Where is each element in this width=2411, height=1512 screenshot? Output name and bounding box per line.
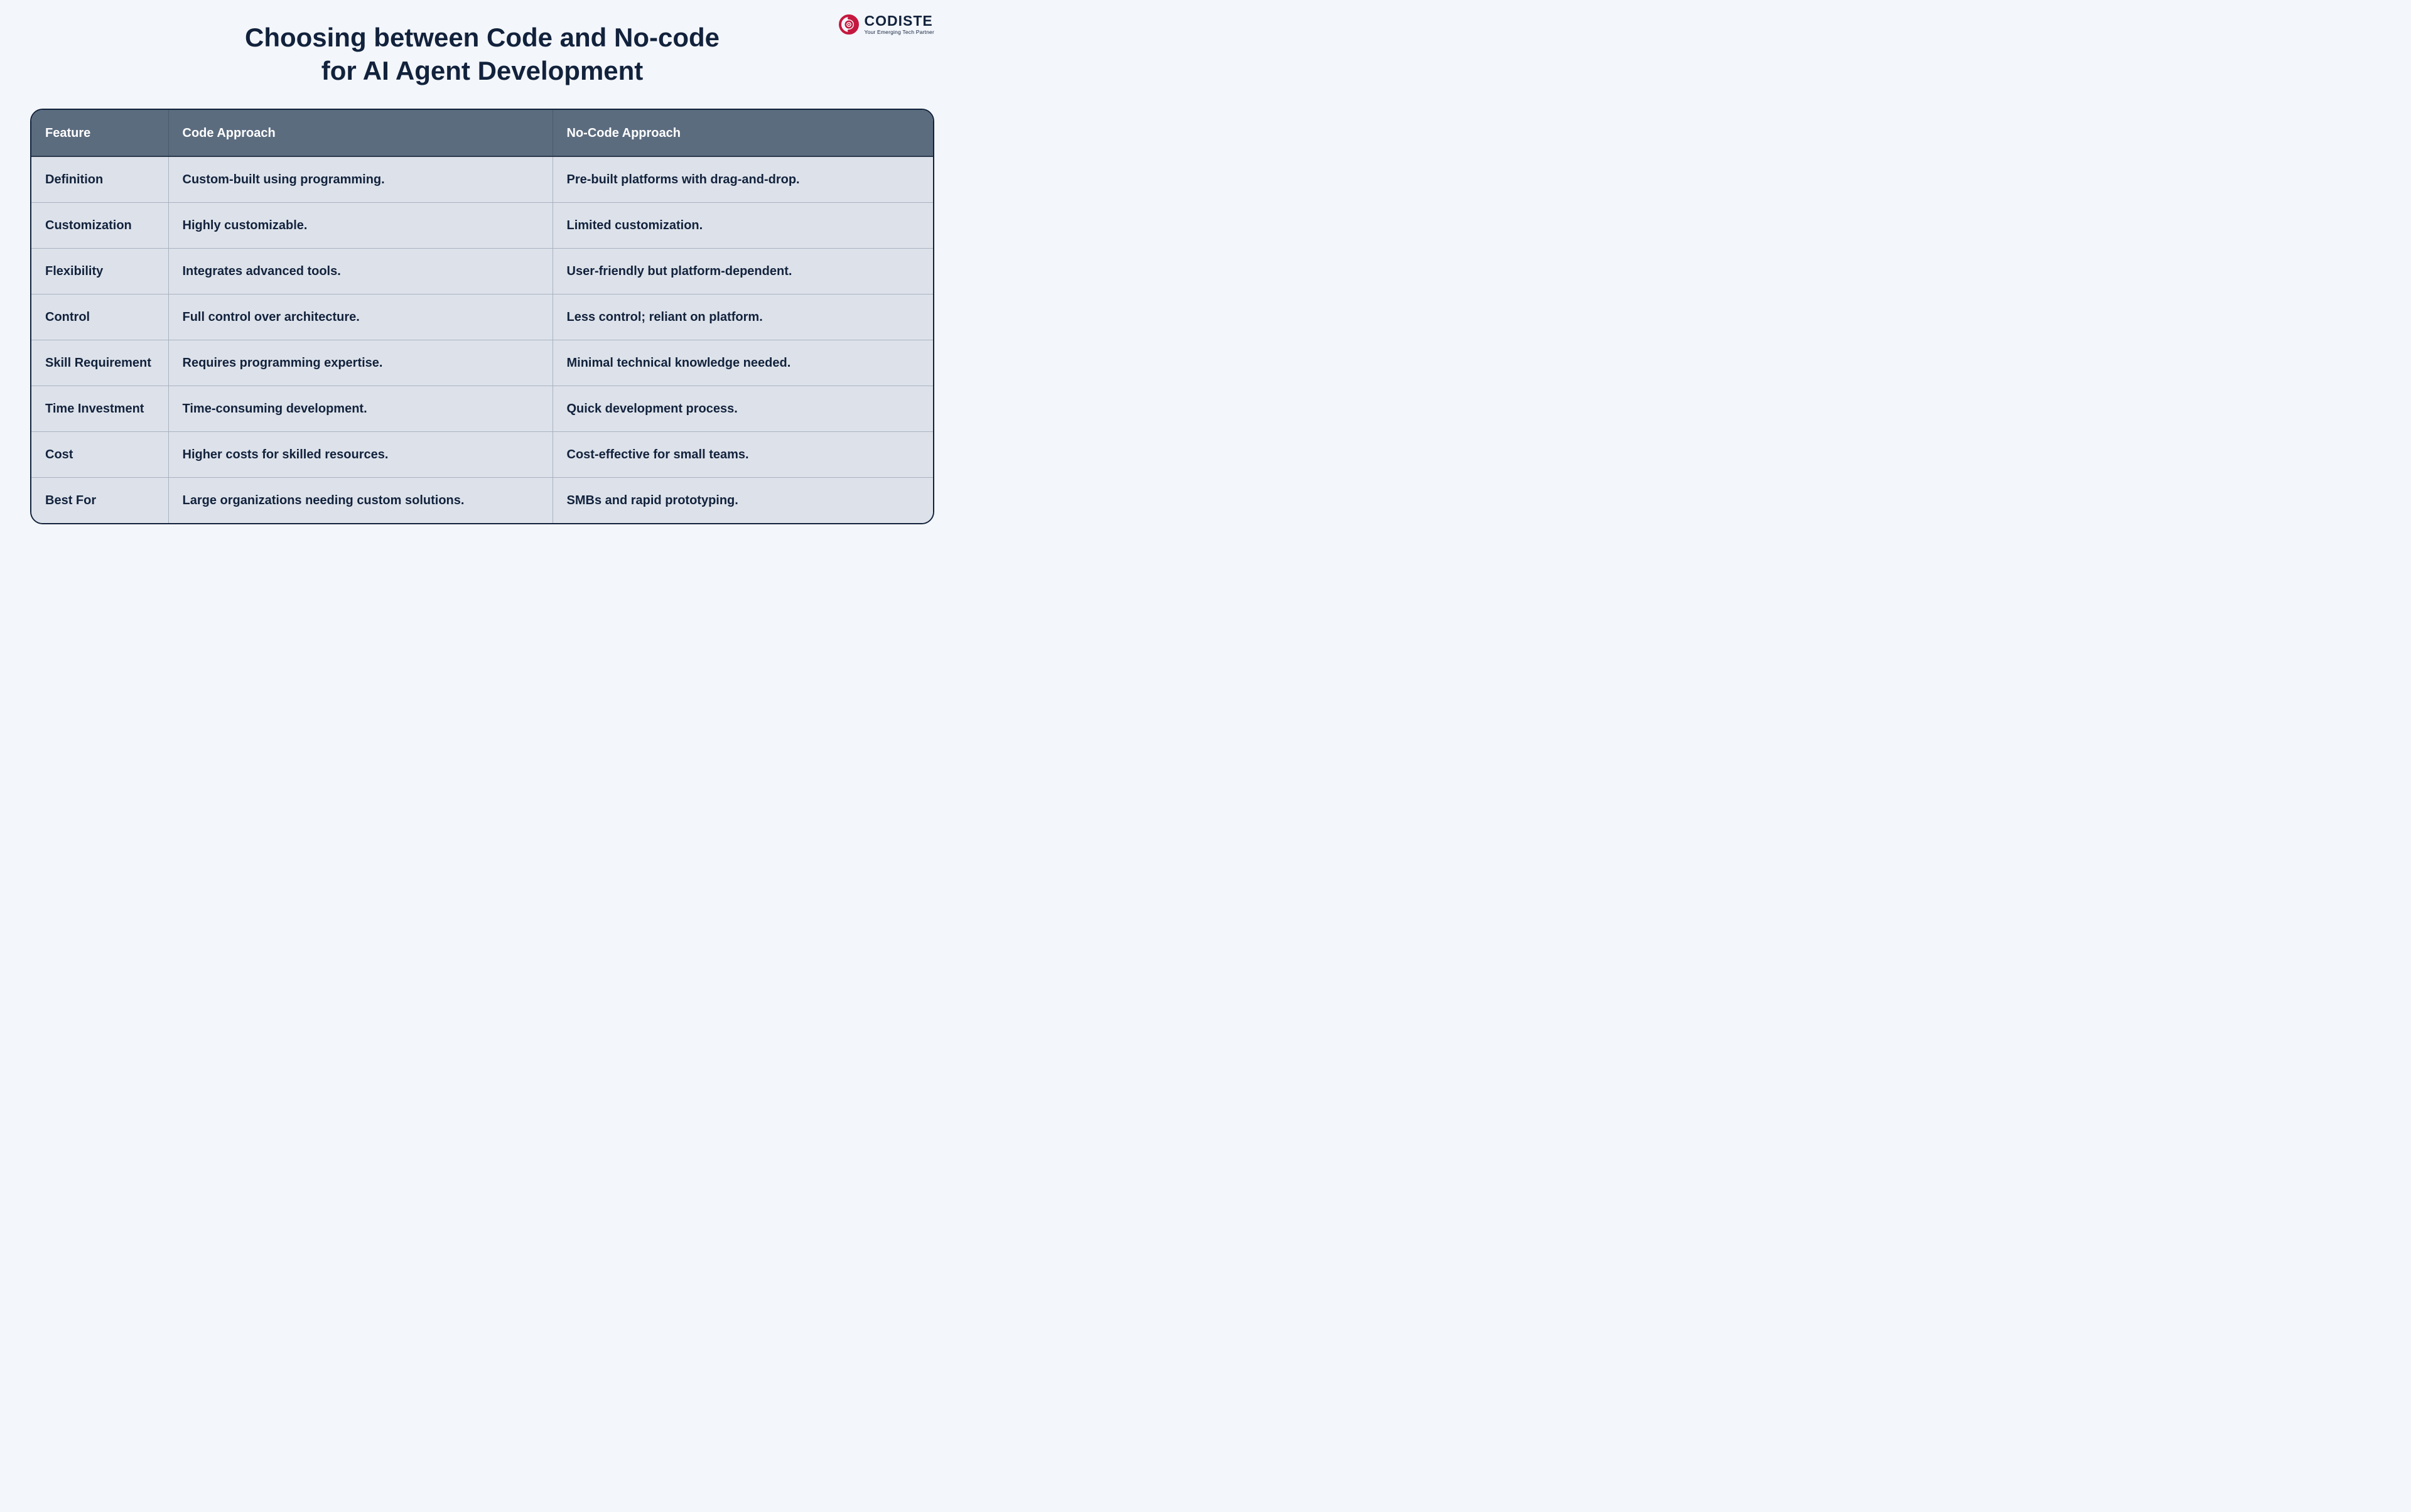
- cell-feature: Time Investment: [31, 386, 168, 432]
- brand-logo: CODISTE Your Emerging Tech Partner: [839, 14, 934, 35]
- cell-code: Highly customizable.: [168, 203, 553, 249]
- table-row: Control Full control over architecture. …: [31, 294, 934, 340]
- cell-code: Large organizations needing custom solut…: [168, 478, 553, 524]
- cell-nocode: User-friendly but platform-dependent.: [553, 249, 934, 294]
- cell-feature: Customization: [31, 203, 168, 249]
- cell-nocode: Limited customization.: [553, 203, 934, 249]
- table-row: Cost Higher costs for skilled resources.…: [31, 432, 934, 478]
- table-row: Definition Custom-built using programmin…: [31, 156, 934, 203]
- table-row: Customization Highly customizable. Limit…: [31, 203, 934, 249]
- cell-nocode: Minimal technical knowledge needed.: [553, 340, 934, 386]
- comparison-table: Feature Code Approach No-Code Approach D…: [30, 109, 934, 524]
- table-row: Time Investment Time-consuming developme…: [31, 386, 934, 432]
- cell-code: Full control over architecture.: [168, 294, 553, 340]
- cell-nocode: Cost-effective for small teams.: [553, 432, 934, 478]
- cell-feature: Definition: [31, 156, 168, 203]
- table-row: Best For Large organizations needing cus…: [31, 478, 934, 524]
- cell-code: Higher costs for skilled resources.: [168, 432, 553, 478]
- cell-nocode: Less control; reliant on platform.: [553, 294, 934, 340]
- logo-tagline: Your Emerging Tech Partner: [864, 30, 934, 35]
- cell-code: Integrates advanced tools.: [168, 249, 553, 294]
- title-line-1: Choosing between Code and No-code: [245, 23, 720, 52]
- col-header-feature: Feature: [31, 110, 168, 156]
- cell-code: Custom-built using programming.: [168, 156, 553, 203]
- cell-code: Requires programming expertise.: [168, 340, 553, 386]
- table-row: Skill Requirement Requires programming e…: [31, 340, 934, 386]
- cell-feature: Best For: [31, 478, 168, 524]
- col-header-code: Code Approach: [168, 110, 553, 156]
- logo-icon: [839, 14, 859, 35]
- cell-feature: Control: [31, 294, 168, 340]
- table-row: Flexibility Integrates advanced tools. U…: [31, 249, 934, 294]
- cell-feature: Flexibility: [31, 249, 168, 294]
- logo-name: CODISTE: [864, 14, 934, 28]
- title-line-2: for AI Agent Development: [321, 56, 644, 85]
- page-title: Choosing between Code and No-code for AI…: [30, 21, 934, 87]
- cell-code: Time-consuming development.: [168, 386, 553, 432]
- cell-nocode: Pre-built platforms with drag-and-drop.: [553, 156, 934, 203]
- cell-feature: Cost: [31, 432, 168, 478]
- cell-nocode: Quick development process.: [553, 386, 934, 432]
- cell-feature: Skill Requirement: [31, 340, 168, 386]
- col-header-nocode: No-Code Approach: [553, 110, 934, 156]
- table-header-row: Feature Code Approach No-Code Approach: [31, 110, 934, 156]
- cell-nocode: SMBs and rapid prototyping.: [553, 478, 934, 524]
